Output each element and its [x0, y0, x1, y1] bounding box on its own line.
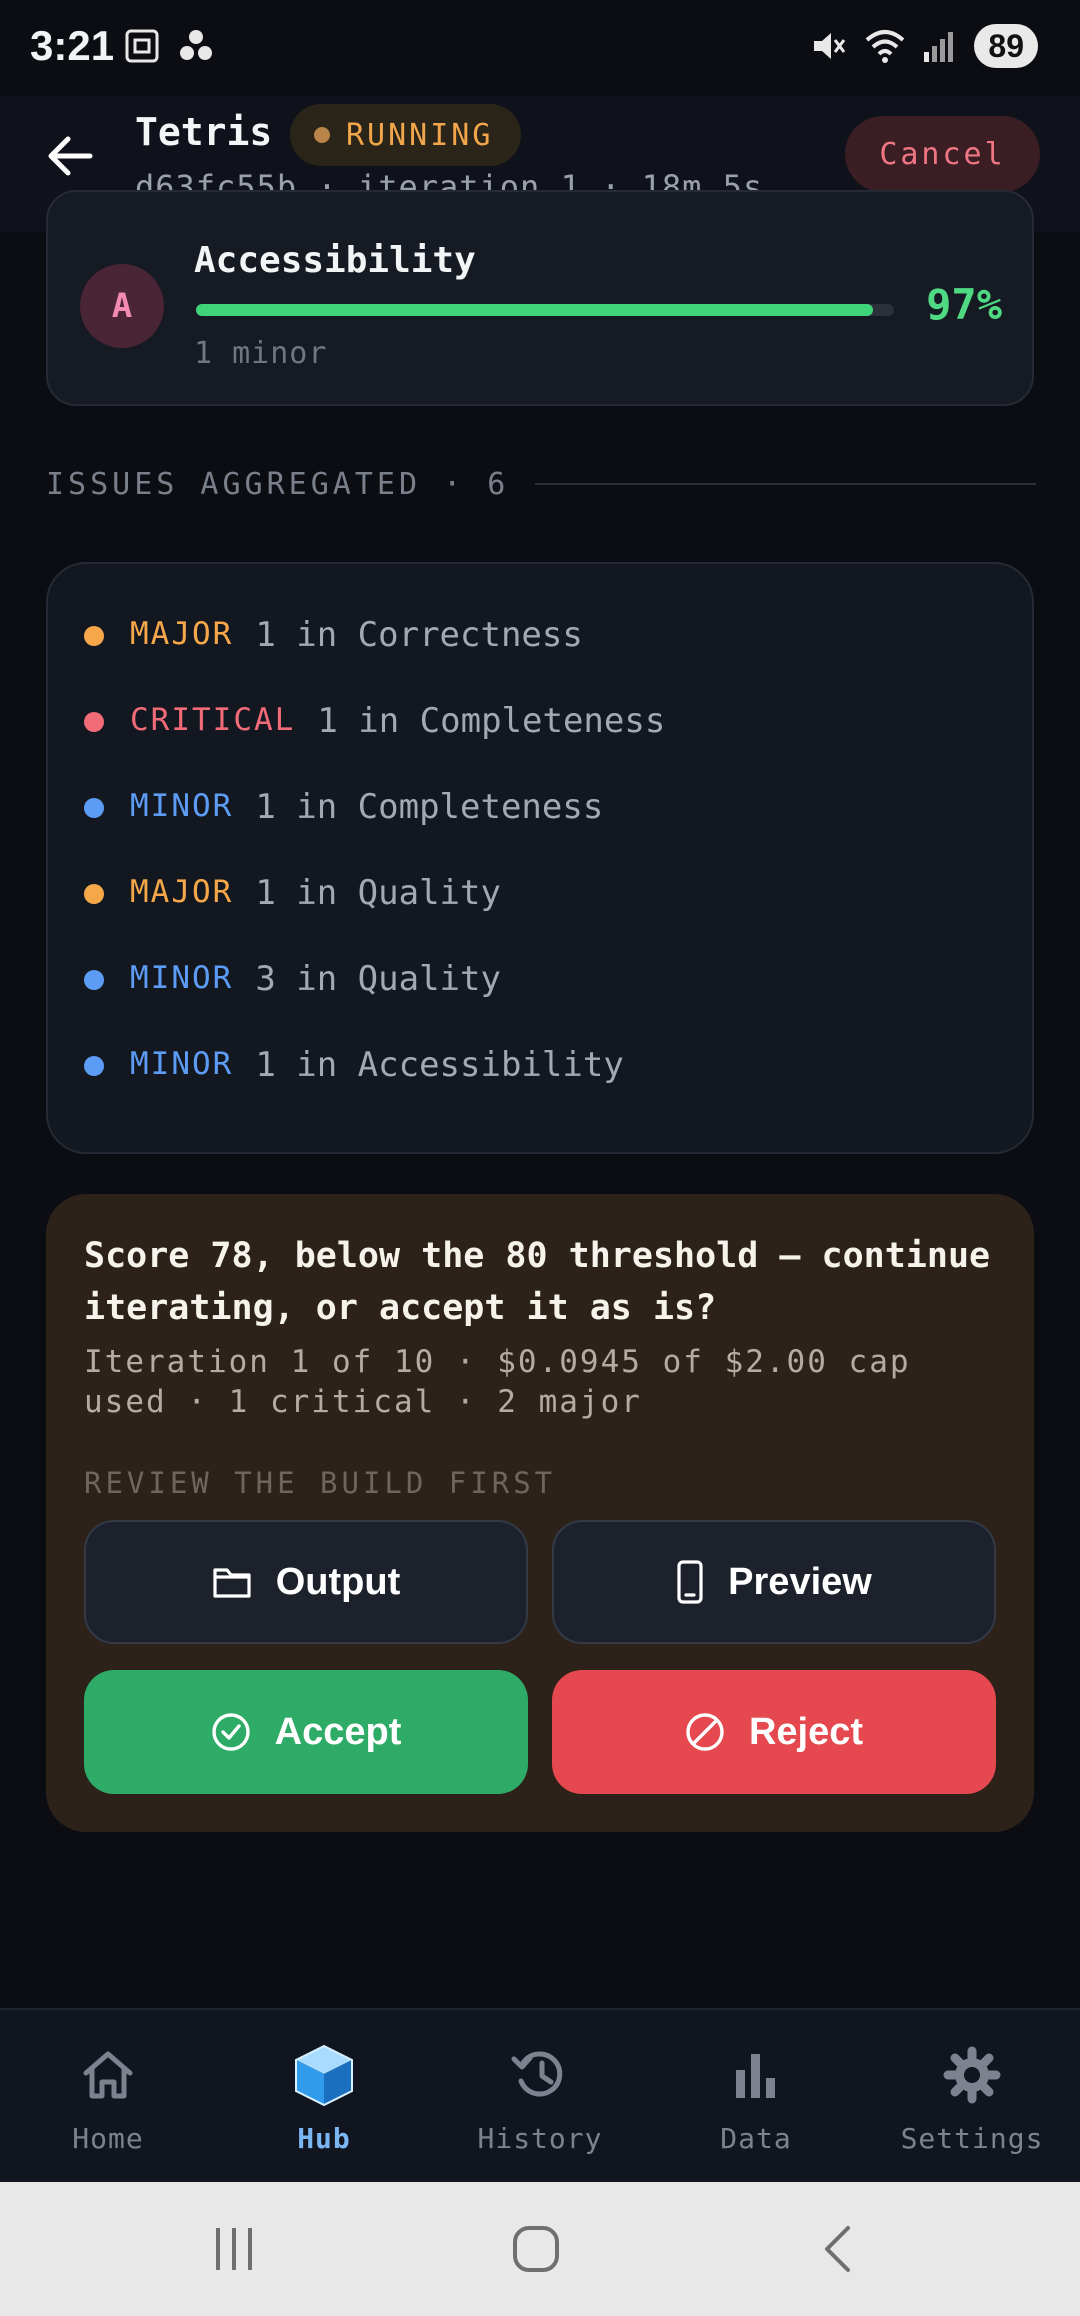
issue-row: MINOR 3 in Quality: [84, 956, 996, 1042]
issue-severity: MINOR: [130, 960, 234, 996]
recents-button[interactable]: [194, 2216, 274, 2282]
recents-icon: [216, 2228, 252, 2270]
chevron-left-icon: [825, 2226, 850, 2272]
section-divider: [535, 483, 1036, 485]
signal-icon: [924, 32, 954, 62]
screenshot-icon: [125, 29, 159, 63]
nav-label-history: History: [477, 2122, 603, 2155]
issue-description: 1 in Completeness: [317, 701, 666, 741]
ban-icon: [686, 1713, 724, 1751]
reject-button[interactable]: Reject: [552, 1670, 996, 1794]
nav-item-hub[interactable]: Hub: [216, 2010, 432, 2182]
issue-severity: MAJOR: [130, 874, 234, 910]
accept-button-label: Accept: [274, 1710, 402, 1753]
score-percent: 97%: [926, 280, 1002, 329]
decision-card: Score 78, below the 80 threshold — conti…: [46, 1194, 1034, 1832]
nav-label-settings: Settings: [900, 2122, 1044, 2155]
arrow-left-icon: [48, 136, 93, 176]
nav-item-settings[interactable]: Settings: [864, 2010, 1080, 2182]
issue-description: 1 in Quality: [255, 873, 501, 913]
score-card-accessibility: A Accessibility 97% 1 minor: [46, 190, 1034, 406]
status-bar: 3:21 89: [0, 0, 1080, 96]
home-icon: [83, 2051, 133, 2099]
issue-row: MAJOR 1 in Quality: [84, 870, 996, 956]
issue-description: 1 in Completeness: [255, 787, 604, 827]
issue-row: MINOR 1 in Completeness: [84, 784, 996, 870]
back-system-button[interactable]: [798, 2216, 878, 2282]
nav-item-history[interactable]: History: [432, 2010, 648, 2182]
avatar: A: [80, 264, 164, 348]
issue-severity: MAJOR: [130, 616, 234, 652]
system-navigation-bar: [0, 2182, 1080, 2316]
bottom-nav: Home Hub History Data Settings: [0, 2008, 1080, 2182]
nav-label-hub: Hub: [297, 2122, 351, 2155]
status-time: 3:21: [30, 22, 115, 69]
status-notification-icons: [122, 26, 216, 66]
severity-dot: [84, 626, 104, 646]
accept-button[interactable]: Accept: [84, 1670, 528, 1794]
nav-item-data[interactable]: Data: [648, 2010, 864, 2182]
status-badge: RUNNING: [290, 104, 522, 166]
battery-indicator: 89: [974, 24, 1038, 68]
preview-button[interactable]: Preview: [552, 1520, 996, 1644]
check-circle-icon: [211, 1713, 250, 1751]
decision-meta: Iteration 1 of 10 · $0.0945 of $2.00 cap…: [84, 1344, 911, 1420]
status-indicators: 89: [808, 24, 1038, 68]
cancel-button[interactable]: Cancel: [845, 116, 1040, 192]
section-title: ISSUES AGGREGATED · 6: [46, 466, 510, 502]
issue-severity: CRITICAL: [130, 702, 296, 738]
nav-item-home[interactable]: Home: [0, 2010, 216, 2182]
issue-severity: MINOR: [130, 788, 234, 824]
output-button-label: Output: [275, 1560, 401, 1603]
issue-row: MINOR 1 in Accessibility: [84, 1042, 996, 1128]
back-button[interactable]: [40, 126, 100, 186]
severity-dot: [84, 970, 104, 990]
app-cluster-icon: [180, 30, 212, 60]
home-circle-icon: [513, 2226, 559, 2272]
home-system-button[interactable]: [496, 2216, 576, 2282]
preview-button-label: Preview: [728, 1560, 872, 1603]
wifi-icon: [866, 30, 905, 63]
bar-chart-icon: [736, 2054, 775, 2098]
gear-icon: [943, 2046, 1001, 2104]
output-button[interactable]: Output: [84, 1520, 528, 1644]
issue-row: MAJOR 1 in Correctness: [84, 612, 996, 698]
severity-dot: [84, 1056, 104, 1076]
severity-dot: [84, 712, 104, 732]
status-badge-label: RUNNING: [346, 117, 494, 153]
phone-icon: [677, 1560, 703, 1604]
folder-icon: [213, 1568, 251, 1598]
issue-row: CRITICAL 1 in Completeness: [84, 698, 996, 784]
mute-icon: [814, 33, 846, 59]
reject-button-label: Reject: [748, 1710, 864, 1753]
issue-description: 1 in Correctness: [255, 615, 583, 655]
score-card-label: Accessibility: [194, 240, 476, 281]
score-progress-track: [196, 304, 894, 316]
issues-card: MAJOR 1 in Correctness CRITICAL 1 in Com…: [46, 562, 1034, 1154]
severity-dot: [84, 798, 104, 818]
history-icon: [511, 2051, 563, 2097]
score-progress-fill: [196, 304, 874, 316]
issues-section-header: ISSUES AGGREGATED · 6: [46, 464, 1036, 504]
cube-icon: [295, 2044, 353, 2107]
nav-label-data: Data: [720, 2122, 792, 2155]
status-dot: [314, 127, 330, 143]
nav-label-home: Home: [72, 2122, 144, 2155]
issue-severity: MINOR: [130, 1046, 234, 1082]
score-card-sub: 1 minor: [194, 336, 328, 371]
page-title: Tetris: [135, 110, 273, 154]
decision-question: Score 78, below the 80 threshold — conti…: [84, 1236, 991, 1328]
severity-dot: [84, 884, 104, 904]
issue-description: 3 in Quality: [255, 959, 501, 999]
review-label: REVIEW THE BUILD FIRST: [84, 1466, 557, 1500]
issue-description: 1 in Accessibility: [255, 1045, 624, 1085]
